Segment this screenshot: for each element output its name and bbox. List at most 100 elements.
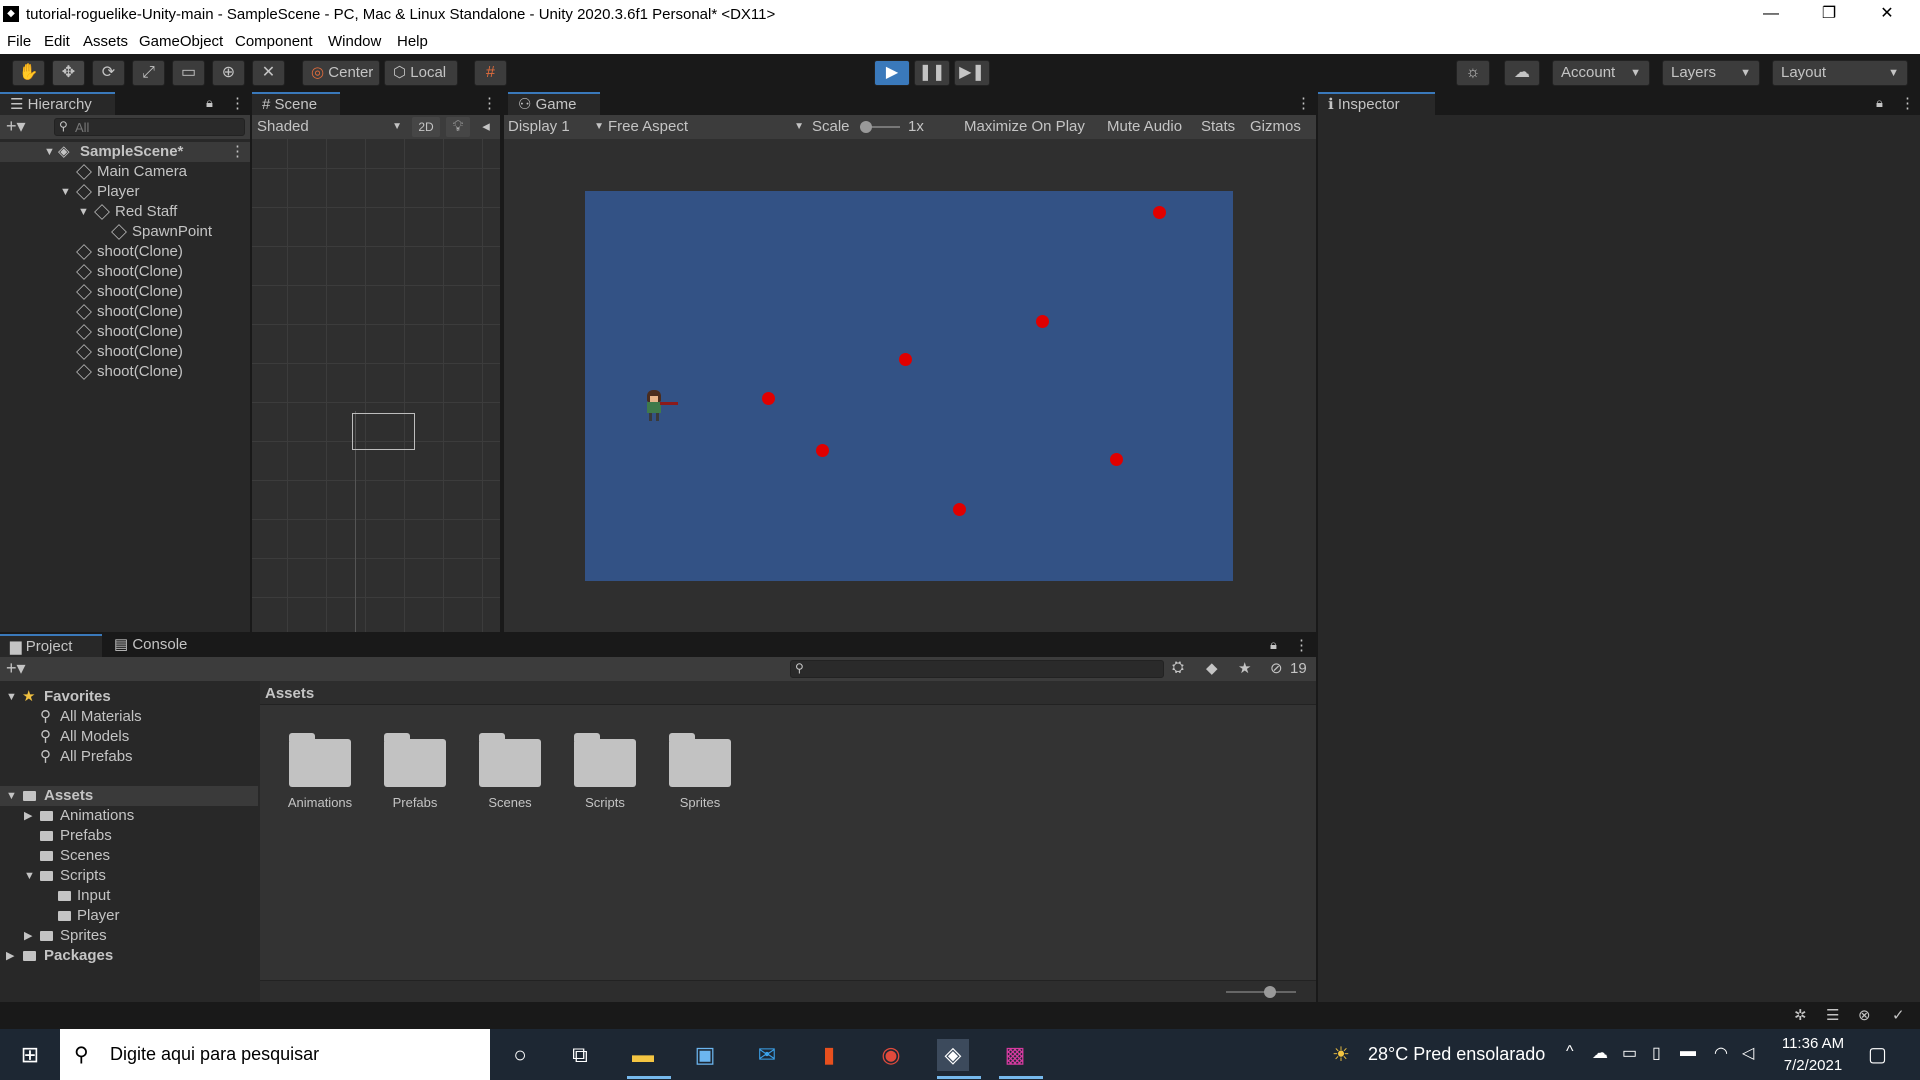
list-item[interactable]: ⚲ All Prefabs bbox=[0, 747, 250, 767]
toggle-2d-button[interactable]: 2D bbox=[412, 117, 440, 137]
expand-arrow-icon[interactable]: ▼ bbox=[6, 687, 17, 707]
layers-dropdown[interactable]: Layers ▼ bbox=[1662, 60, 1760, 86]
office-icon[interactable]: ▮ bbox=[813, 1039, 845, 1071]
menu-window[interactable]: Window bbox=[328, 33, 381, 50]
maximize-button[interactable]: ❐ bbox=[1800, 0, 1858, 29]
unity-taskbar-icon[interactable]: ◈ bbox=[937, 1039, 969, 1071]
custom-tool-icon[interactable]: ✕ bbox=[252, 60, 285, 86]
menu-help[interactable]: Help bbox=[397, 33, 428, 50]
add-icon[interactable]: +▾ bbox=[6, 116, 26, 137]
scene-more-icon[interactable]: ⋮ bbox=[230, 142, 245, 162]
search-by-type-icon[interactable]: ⛭ bbox=[1172, 659, 1184, 676]
list-item[interactable]: Scenes bbox=[0, 846, 250, 866]
scene-viewport[interactable] bbox=[252, 139, 500, 632]
rotate-tool-icon[interactable]: ⟳ bbox=[92, 60, 125, 86]
wifi-icon[interactable]: ◠ bbox=[1714, 1043, 1728, 1063]
taskbar-search-input[interactable]: ⚲ Digite aqui para pesquisar bbox=[60, 1029, 490, 1080]
bug-icon[interactable]: ✲ bbox=[1794, 1006, 1807, 1024]
list-item[interactable]: shoot(Clone) bbox=[0, 362, 250, 382]
more-icon[interactable]: ⋮ bbox=[1296, 94, 1311, 112]
icon-size-slider[interactable] bbox=[1226, 986, 1296, 998]
hand-tool-icon[interactable]: ✋ bbox=[12, 60, 45, 86]
onedrive-icon[interactable]: ☁ bbox=[1592, 1043, 1608, 1063]
menu-gameobject[interactable]: GameObject bbox=[139, 33, 223, 50]
gizmos-toggle[interactable]: Gizmos bbox=[1250, 117, 1301, 137]
list-item[interactable]: Input bbox=[0, 886, 250, 906]
folder-icon[interactable] bbox=[479, 733, 541, 787]
list-item[interactable]: shoot(Clone) bbox=[0, 282, 250, 302]
menu-component[interactable]: Component bbox=[235, 33, 313, 50]
lighting-icon[interactable]: 💡︎ bbox=[446, 117, 470, 137]
more-icon[interactable]: ⋮ bbox=[1900, 94, 1915, 112]
expand-arrow-icon[interactable]: ▶ bbox=[6, 946, 14, 966]
task-view-icon[interactable]: ⧉ bbox=[564, 1039, 596, 1071]
expand-arrow-icon[interactable]: ▼ bbox=[78, 202, 89, 222]
file-explorer-icon[interactable]: ▬ bbox=[627, 1039, 659, 1071]
tab-inspector[interactable]: ℹ Inspector bbox=[1318, 92, 1435, 115]
list-item[interactable]: ▶ Sprites bbox=[0, 926, 250, 946]
scale-slider[interactable] bbox=[860, 121, 900, 133]
expand-arrow-icon[interactable]: ▼ bbox=[60, 182, 71, 202]
list-item[interactable]: ▼ Red Staff bbox=[0, 202, 250, 222]
list-item[interactable]: Prefabs bbox=[0, 826, 250, 846]
list-item[interactable]: ⚲ All Models bbox=[0, 727, 250, 747]
expand-arrow-icon[interactable]: ▼ bbox=[6, 786, 17, 806]
cache-icon[interactable]: ☰ bbox=[1826, 1006, 1839, 1024]
step-button[interactable]: ▶❚ bbox=[954, 60, 990, 86]
create-icon[interactable]: +▾ bbox=[6, 658, 26, 679]
list-item[interactable]: shoot(Clone) bbox=[0, 302, 250, 322]
rect-tool-icon[interactable]: ▭ bbox=[172, 60, 205, 86]
transform-tool-icon[interactable]: ⊕ bbox=[212, 60, 245, 86]
project-search-input[interactable]: ⚲ bbox=[790, 660, 1164, 678]
list-item[interactable]: shoot(Clone) bbox=[0, 322, 250, 342]
menu-assets[interactable]: Assets bbox=[83, 33, 128, 50]
list-item[interactable]: ▼ Scripts bbox=[0, 866, 250, 886]
tab-game[interactable]: ⚇ Game bbox=[508, 92, 600, 115]
mail-icon[interactable]: ✉ bbox=[751, 1039, 783, 1071]
account-dropdown[interactable]: Account ▼ bbox=[1552, 60, 1650, 86]
list-item[interactable]: ▶ Animations bbox=[0, 806, 250, 826]
notification-icon[interactable]: ▢ bbox=[1868, 1042, 1887, 1067]
scale-slider-handle[interactable] bbox=[860, 121, 872, 133]
display-dropdown[interactable]: Display 1 ▼ bbox=[508, 117, 604, 137]
battery-icon[interactable]: ▬ bbox=[1680, 1043, 1696, 1061]
stats-toggle[interactable]: Stats bbox=[1201, 117, 1235, 137]
folder-icon[interactable] bbox=[289, 733, 351, 787]
more-icon[interactable]: ⋮ bbox=[230, 94, 245, 112]
breadcrumb[interactable]: Assets bbox=[265, 685, 314, 702]
move-tool-icon[interactable]: ✥ bbox=[52, 60, 85, 86]
layout-dropdown[interactable]: Layout ▼ bbox=[1772, 60, 1908, 86]
tab-hierarchy[interactable]: ☰ Hierarchy bbox=[0, 92, 115, 115]
meet-icon[interactable]: ▭ bbox=[1622, 1043, 1637, 1063]
hidden-packages-icon[interactable]: ⊘ bbox=[1270, 659, 1283, 677]
microphone-icon[interactable]: ▯ bbox=[1652, 1043, 1661, 1063]
list-item[interactable]: shoot(Clone) bbox=[0, 342, 250, 362]
folder-icon[interactable] bbox=[669, 733, 731, 787]
search-by-label-icon[interactable]: ◆ bbox=[1206, 659, 1218, 677]
auto-generate-lighting-icon[interactable]: ⊗ bbox=[1858, 1006, 1871, 1024]
maximize-on-play-toggle[interactable]: Maximize On Play bbox=[964, 117, 1085, 137]
shading-dropdown[interactable]: Shaded ▼ bbox=[257, 117, 402, 137]
audio-icon[interactable]: ◂ bbox=[474, 117, 498, 137]
tab-console[interactable]: ▤ Console bbox=[104, 634, 204, 657]
scene-row[interactable]: ▼ ◈ SampleScene* ⋮ bbox=[0, 142, 250, 162]
expand-arrow-icon[interactable]: ▶ bbox=[24, 926, 32, 946]
lock-icon[interactable]: 🔒︎ bbox=[1876, 95, 1883, 111]
expand-arrow-icon[interactable]: ▼ bbox=[44, 142, 55, 162]
clock-date[interactable]: 7/2/2021 bbox=[1776, 1057, 1850, 1074]
folder-icon[interactable] bbox=[384, 733, 446, 787]
scale-tool-icon[interactable]: ⤢ bbox=[132, 60, 165, 86]
lock-icon[interactable]: 🔒︎ bbox=[206, 95, 213, 111]
hierarchy-search-input[interactable]: ⚲ All bbox=[54, 118, 245, 136]
clock-time[interactable]: 11:36 AM bbox=[1776, 1035, 1850, 1052]
list-item[interactable]: Main Camera bbox=[0, 162, 250, 182]
collab-icon[interactable]: ☼ bbox=[1456, 60, 1490, 86]
grid-snap-icon[interactable]: # bbox=[474, 60, 507, 86]
menu-edit[interactable]: Edit bbox=[44, 33, 70, 50]
game-viewport[interactable] bbox=[585, 191, 1233, 581]
tab-project[interactable]: ▆ Project bbox=[0, 634, 102, 657]
menu-file[interactable]: File bbox=[7, 33, 31, 50]
packages-row[interactable]: ▶ Packages bbox=[0, 946, 250, 966]
list-item[interactable]: shoot(Clone) bbox=[0, 262, 250, 282]
list-item[interactable]: SpawnPoint bbox=[0, 222, 250, 242]
